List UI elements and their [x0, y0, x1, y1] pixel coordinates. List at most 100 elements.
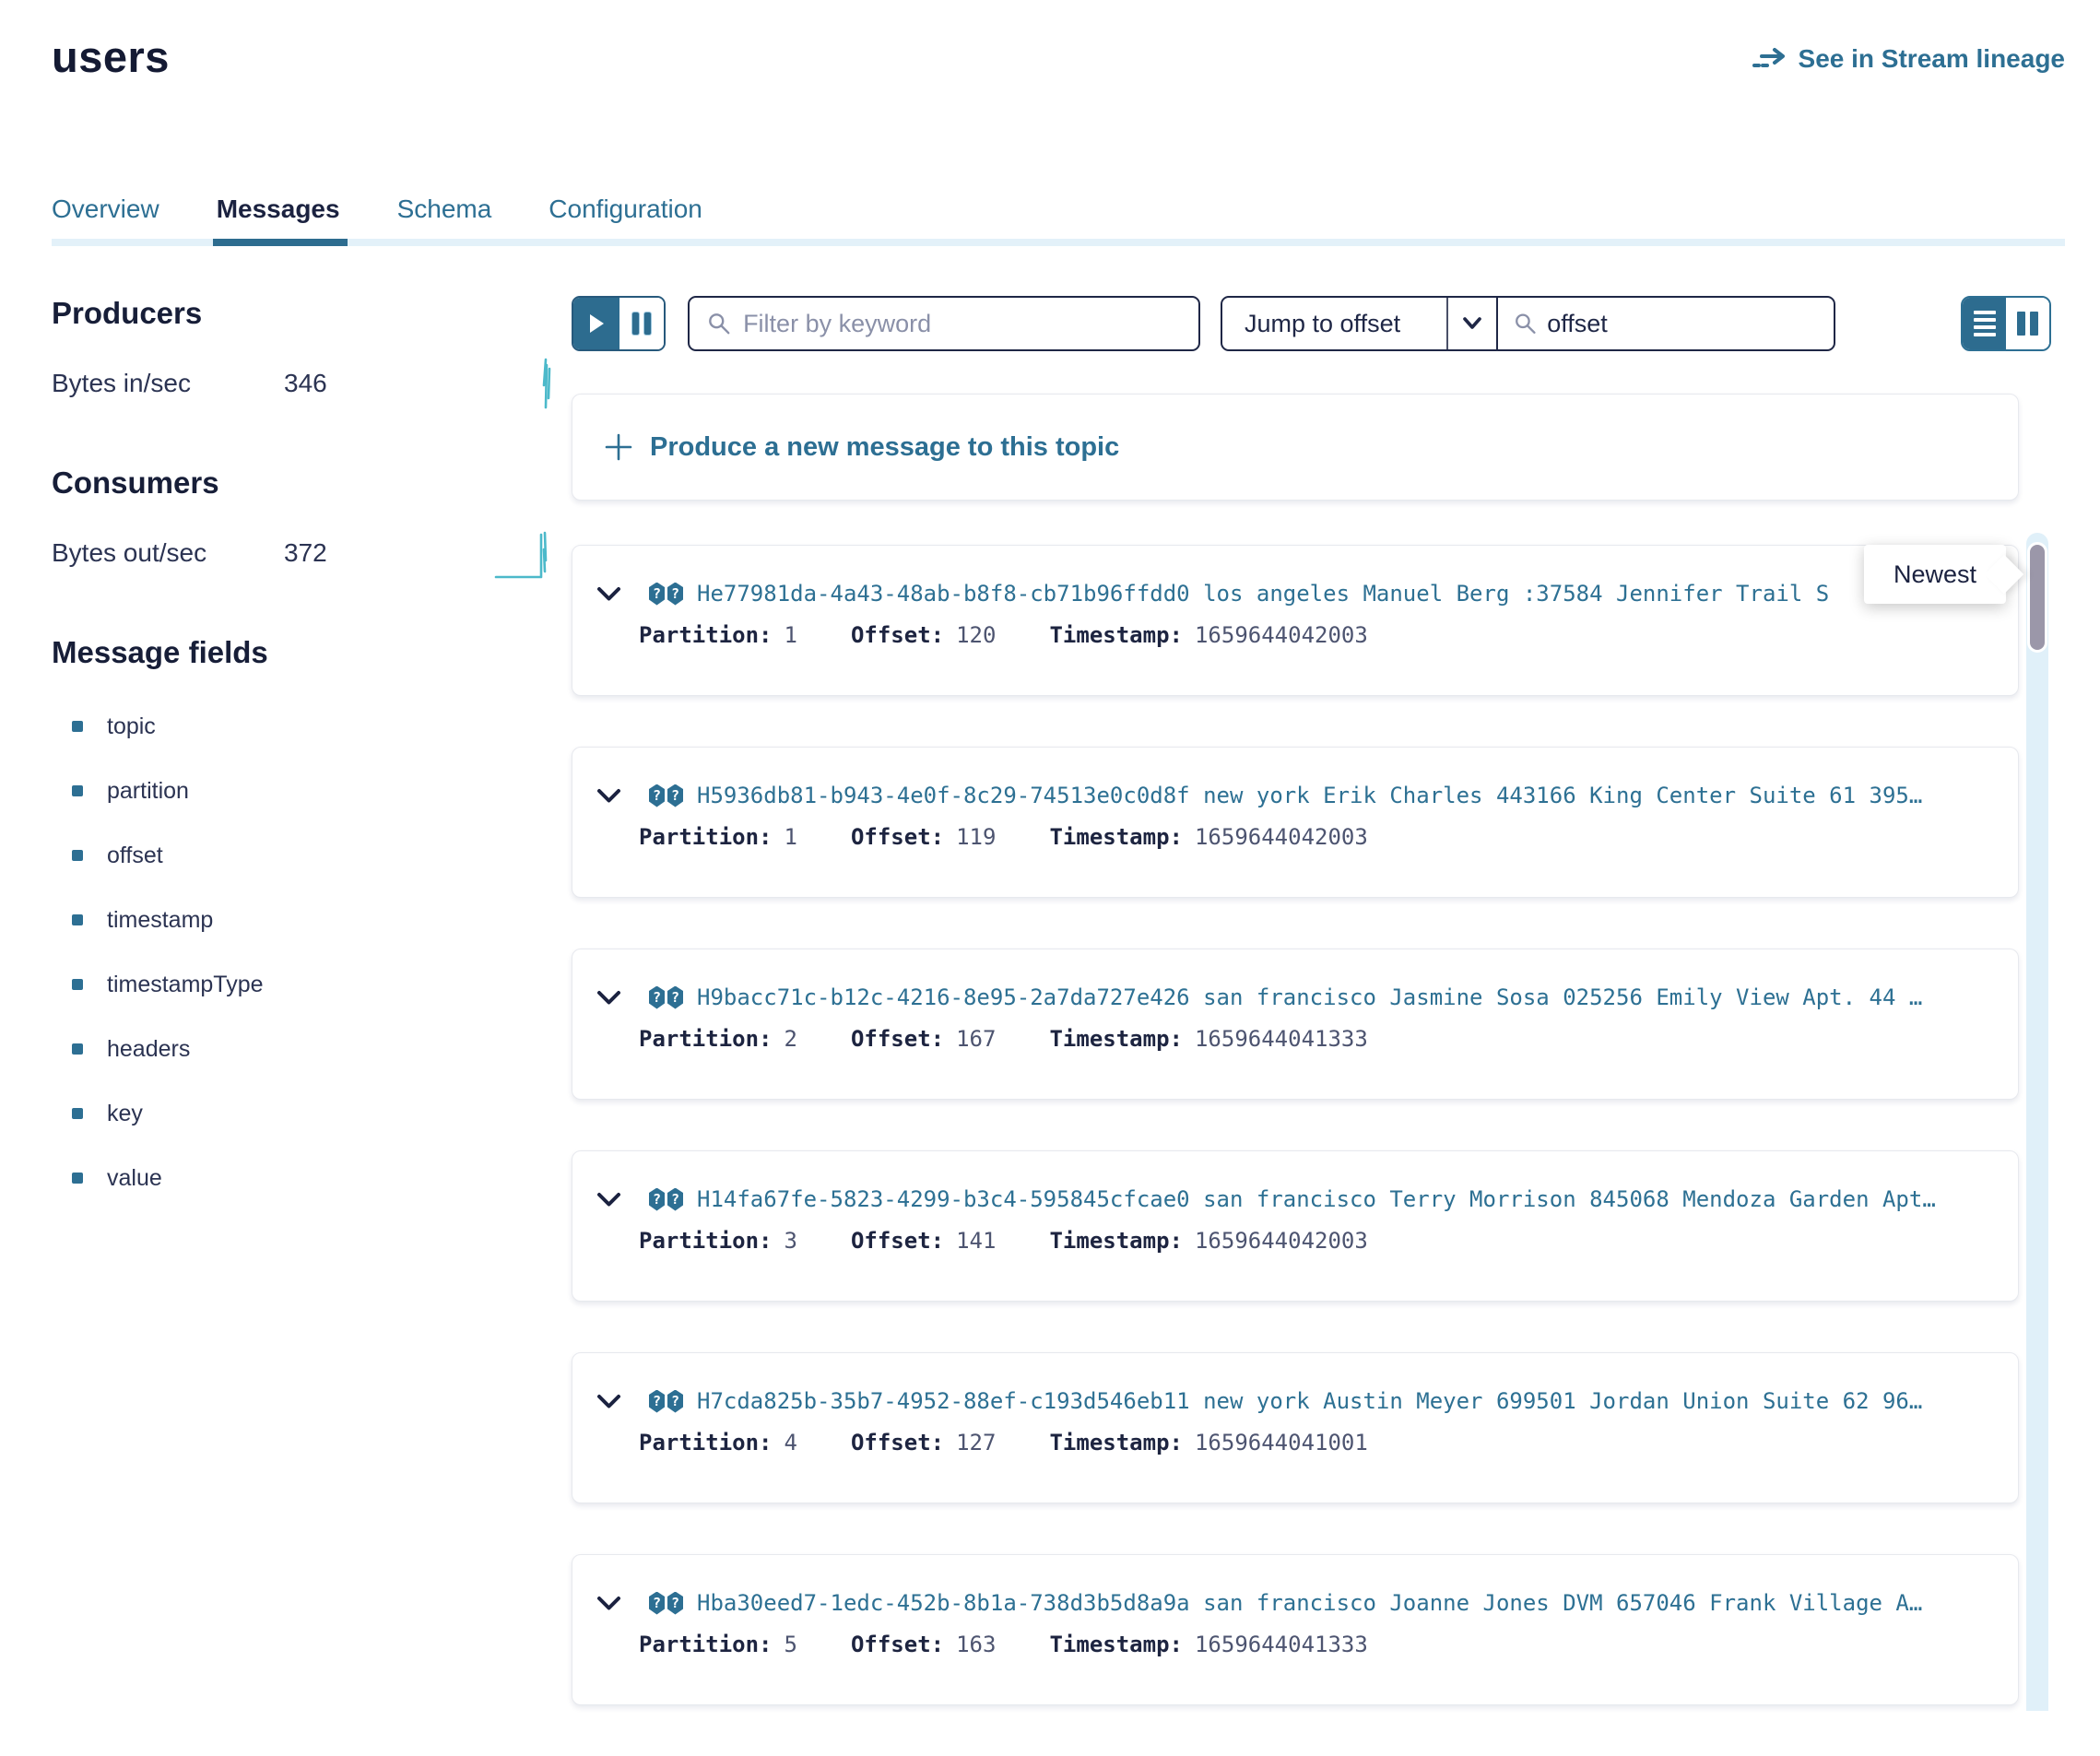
- jump-to-offset-select[interactable]: Jump to offset: [1222, 298, 1446, 349]
- tab-schema[interactable]: Schema: [397, 194, 492, 246]
- square-bullet-icon: [72, 721, 83, 732]
- produce-message-label: Produce a new message to this topic: [650, 432, 1119, 463]
- question-shield-icon: ?: [649, 1592, 665, 1615]
- message-key: He77981da-4a43-48ab-b8f8-cb71b96ffdd0 lo…: [697, 581, 1829, 607]
- produce-message-button[interactable]: Produce a new message to this topic: [572, 394, 2019, 501]
- pause-button[interactable]: [619, 298, 664, 349]
- message-meta: Partition:5 Offset:163 Timestamp:1659644…: [639, 1632, 2018, 1657]
- message-field-item: partition: [52, 759, 572, 823]
- play-icon: [589, 313, 605, 334]
- partition-meta: Partition:5: [639, 1632, 797, 1657]
- chevron-down-icon[interactable]: [596, 1394, 621, 1409]
- stream-lineage-label: See in Stream lineage: [1799, 44, 2065, 74]
- message-row[interactable]: ? ? H7cda825b-35b7-4952-88ef-c193d546eb1…: [572, 1352, 2019, 1503]
- chevron-down-icon[interactable]: [596, 1596, 621, 1611]
- square-bullet-icon: [72, 850, 83, 861]
- search-icon: [708, 312, 730, 336]
- partition-meta: Partition:3: [639, 1228, 797, 1254]
- message-row[interactable]: ? ? Hba30eed7-1edc-452b-8b1a-738d3b5d8a9…: [572, 1554, 2019, 1705]
- serde-badges: ? ?: [649, 1592, 683, 1615]
- offset-meta: Offset:167: [851, 1026, 997, 1052]
- column-view-button[interactable]: [2006, 298, 2049, 349]
- message-key-line: ? ? He77981da-4a43-48ab-b8f8-cb71b96ffdd…: [596, 581, 2018, 607]
- page-header: users See in Stream lineage: [0, 0, 2100, 82]
- offset-meta: Offset:141: [851, 1228, 997, 1254]
- question-shield-icon: ?: [667, 1592, 683, 1615]
- message-row[interactable]: ? ? H5936db81-b943-4e0f-8c29-74513e0c0d8…: [572, 747, 2019, 898]
- keyword-filter-box: [688, 296, 1200, 351]
- serde-badges: ? ?: [649, 986, 683, 1009]
- question-shield-icon: ?: [649, 986, 665, 1009]
- scrollbar-track[interactable]: [2026, 533, 2048, 1711]
- message-field-label: partition: [107, 778, 189, 805]
- jump-select-chevron-button[interactable]: [1446, 298, 1496, 349]
- offset-meta: Offset:120: [851, 622, 997, 648]
- message-row[interactable]: ? ? H9bacc71c-b12c-4216-8e95-2a7da727e42…: [572, 949, 2019, 1100]
- scrollbar-thumb[interactable]: [2027, 542, 2047, 653]
- question-shield-icon: ?: [649, 583, 665, 606]
- message-key: Hba30eed7-1edc-452b-8b1a-738d3b5d8a9a sa…: [697, 1590, 1922, 1616]
- chevron-down-icon: [1462, 317, 1482, 330]
- pause-icon: [632, 312, 639, 335]
- stream-lineage-link[interactable]: See in Stream lineage: [1752, 44, 2065, 74]
- column-view-icon: [2030, 312, 2038, 336]
- consumers-sparkline: [494, 524, 559, 583]
- message-meta: Partition:4 Offset:127 Timestamp:1659644…: [639, 1430, 2018, 1455]
- square-bullet-icon: [72, 914, 83, 925]
- producers-heading: Producers: [52, 296, 572, 331]
- message-key: H14fa67fe-5823-4299-b3c4-595845cfcae0 sa…: [697, 1186, 1936, 1212]
- chevron-down-icon[interactable]: [596, 1192, 621, 1208]
- jump-to-offset-group: Jump to offset: [1221, 296, 1835, 351]
- message-list: ? ? He77981da-4a43-48ab-b8f8-cb71b96ffdd…: [572, 545, 2100, 1705]
- timestamp-meta: Timestamp:1659644042003: [1049, 824, 1367, 850]
- message-field-item: timestamp: [52, 888, 572, 952]
- list-view-button[interactable]: [1963, 298, 2006, 349]
- question-shield-icon: ?: [667, 1188, 683, 1211]
- messages-toolbar: Jump to offset: [572, 296, 2100, 351]
- play-button[interactable]: [573, 298, 619, 349]
- list-view-icon: [1974, 318, 1996, 322]
- offset-meta: Offset:119: [851, 824, 997, 850]
- offset-meta: Offset:127: [851, 1430, 997, 1455]
- square-bullet-icon: [72, 1043, 83, 1055]
- tab-messages[interactable]: Messages: [217, 194, 340, 246]
- message-key: H5936db81-b943-4e0f-8c29-74513e0c0d8f ne…: [697, 783, 1922, 808]
- message-field-item: offset: [52, 823, 572, 888]
- column-view-icon: [2017, 312, 2025, 336]
- question-shield-icon: ?: [667, 784, 683, 807]
- serde-badges: ? ?: [649, 1390, 683, 1413]
- question-shield-icon: ?: [649, 784, 665, 807]
- message-row[interactable]: ? ? He77981da-4a43-48ab-b8f8-cb71b96ffdd…: [572, 545, 2019, 696]
- chevron-down-icon[interactable]: [596, 788, 621, 804]
- content: Producers Bytes in/sec 346 Consumers Byt…: [0, 246, 2100, 1756]
- chevron-down-icon[interactable]: [596, 990, 621, 1006]
- offset-search-input[interactable]: [1547, 310, 1817, 338]
- page-title: users: [52, 31, 170, 82]
- serde-badges: ? ?: [649, 583, 683, 606]
- square-bullet-icon: [72, 1173, 83, 1184]
- question-shield-icon: ?: [667, 583, 683, 606]
- message-row[interactable]: ? ? H14fa67fe-5823-4299-b3c4-595845cfcae…: [572, 1150, 2019, 1302]
- serde-badges: ? ?: [649, 784, 683, 807]
- keyword-filter-input[interactable]: [743, 310, 1180, 338]
- timestamp-meta: Timestamp:1659644042003: [1049, 622, 1367, 648]
- chevron-down-icon[interactable]: [596, 586, 621, 602]
- tab-configuration[interactable]: Configuration: [549, 194, 702, 246]
- message-field-item: topic: [52, 694, 572, 759]
- play-pause-group: [572, 296, 666, 351]
- message-key: H9bacc71c-b12c-4216-8e95-2a7da727e426 sa…: [697, 984, 1922, 1010]
- messages-panel: Jump to offset: [572, 296, 2100, 1756]
- message-field-label: offset: [107, 843, 163, 869]
- message-meta: Partition:1 Offset:120 Timestamp:1659644…: [639, 622, 2018, 648]
- tab-overview[interactable]: Overview: [52, 194, 159, 246]
- message-key-line: ? ? H14fa67fe-5823-4299-b3c4-595845cfcae…: [596, 1186, 2018, 1212]
- question-shield-icon: ?: [649, 1390, 665, 1413]
- producers-sparkline: [522, 354, 559, 413]
- square-bullet-icon: [72, 979, 83, 990]
- plus-icon: [604, 432, 633, 462]
- message-field-label: headers: [107, 1036, 190, 1063]
- message-key-line: ? ? Hba30eed7-1edc-452b-8b1a-738d3b5d8a9…: [596, 1590, 2018, 1616]
- bytes-out-label: Bytes out/sec: [52, 538, 284, 568]
- message-field-item: timestampType: [52, 952, 572, 1017]
- sidebar: Producers Bytes in/sec 346 Consumers Byt…: [52, 296, 572, 1756]
